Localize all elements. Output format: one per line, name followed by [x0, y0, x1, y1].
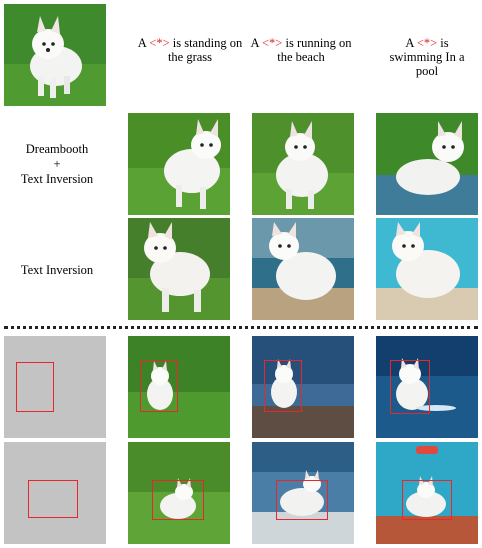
- token-placeholder: <*>: [262, 36, 283, 50]
- bbox-overlay: [390, 360, 430, 414]
- layout-bbox: [28, 480, 78, 518]
- result-image-grass: [128, 113, 230, 215]
- result-image-pool: [376, 113, 478, 215]
- section-divider: [4, 326, 478, 329]
- layout-result-beach: [252, 442, 354, 544]
- row-label-dreambooth: Dreambooth + Text Inversion: [20, 142, 94, 186]
- token-placeholder: <*>: [416, 36, 438, 50]
- layout-result-beach: [252, 336, 354, 438]
- bbox-overlay: [264, 360, 302, 412]
- layout-result-grass: [128, 336, 230, 438]
- result-image-grass: [128, 218, 230, 320]
- result-image-beach: [252, 113, 354, 215]
- bbox-overlay: [402, 480, 452, 520]
- layout-tile: [4, 336, 106, 438]
- header-col-3: A <*> is swimming In a pool: [389, 36, 465, 78]
- header-col-2: A <*> is running on the beach: [250, 36, 352, 64]
- token-placeholder: <*>: [149, 36, 170, 50]
- header-col-1: A <*> is standing on the grass: [137, 36, 243, 64]
- layout-result-pool: [376, 442, 478, 544]
- result-image-beach: [252, 218, 354, 320]
- layout-result-grass: [128, 442, 230, 544]
- layout-tile: [4, 442, 106, 544]
- row-label-text-inversion: Text Inversion: [20, 263, 94, 277]
- bbox-overlay: [152, 480, 204, 520]
- reference-image: [4, 4, 106, 106]
- bbox-overlay: [276, 480, 328, 520]
- result-image-pool: [376, 218, 478, 320]
- layout-result-pool: [376, 336, 478, 438]
- bbox-overlay: [140, 360, 178, 412]
- layout-bbox: [16, 362, 54, 412]
